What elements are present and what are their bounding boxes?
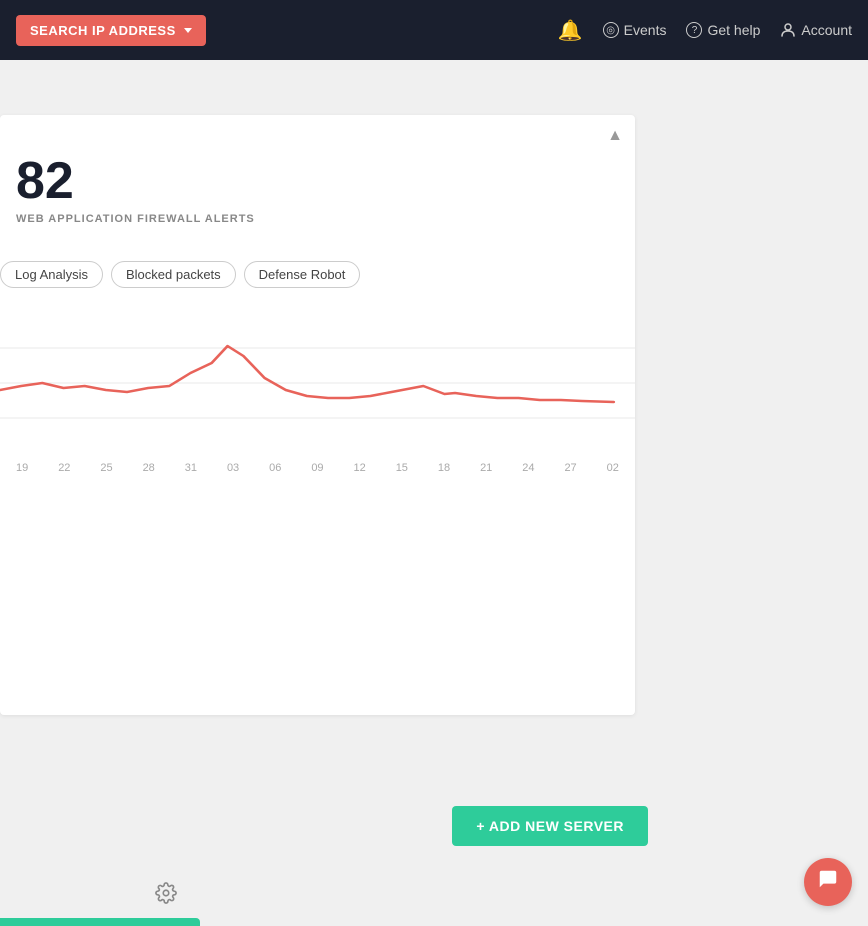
chart-labels: 19 22 25 28 31 03 06 09 12 15 18 21 24 2… [0, 458, 635, 474]
stat-label: WEB APPLICATION FIREWALL ALERTS [16, 213, 619, 225]
chat-button[interactable] [804, 858, 852, 906]
chart-label-02: 02 [607, 462, 619, 474]
tag-defense-robot[interactable]: Defense Robot [244, 261, 361, 288]
main-area: ▲ 82 WEB APPLICATION FIREWALL ALERTS Log… [0, 60, 868, 926]
events-icon: ◎ [603, 22, 619, 38]
header: SEARCH IP ADDRESS 🔔 ◎ Events ? Get help … [0, 0, 868, 60]
chart-label-27: 27 [564, 462, 576, 474]
account-label: Account [801, 22, 852, 38]
tag-log-analysis[interactable]: Log Analysis [0, 261, 103, 288]
chart-area: 19 22 25 28 31 03 06 09 12 15 18 21 24 2… [0, 318, 635, 478]
events-label: Events [624, 22, 667, 38]
chart-label-15: 15 [396, 462, 408, 474]
chart-label-28: 28 [143, 462, 155, 474]
chart-label-06: 06 [269, 462, 281, 474]
stat-number: 82 [16, 155, 619, 207]
search-ip-label: SEARCH IP ADDRESS [30, 23, 176, 38]
chat-icon [817, 868, 839, 896]
chart-label-12: 12 [354, 462, 366, 474]
chart-label-19: 19 [16, 462, 28, 474]
stat-section: 82 WEB APPLICATION FIREWALL ALERTS [0, 115, 635, 261]
add-server-label: + ADD NEW SERVER [476, 818, 624, 834]
header-right: 🔔 ◎ Events ? Get help Account [558, 18, 852, 43]
tags-row: Log Analysis Blocked packets Defense Rob… [0, 261, 635, 308]
gear-button[interactable] [148, 875, 184, 911]
chart-label-25: 25 [100, 462, 112, 474]
main-card: ▲ 82 WEB APPLICATION FIREWALL ALERTS Log… [0, 115, 635, 715]
chart-label-03: 03 [227, 462, 239, 474]
get-help-link[interactable]: ? Get help [686, 22, 760, 38]
account-link[interactable]: Account [780, 22, 852, 38]
chart-label-18: 18 [438, 462, 450, 474]
get-help-label: Get help [707, 22, 760, 38]
chart-label-09: 09 [311, 462, 323, 474]
gear-icon [155, 882, 177, 904]
chart-label-22: 22 [58, 462, 70, 474]
search-ip-button[interactable]: SEARCH IP ADDRESS [16, 15, 206, 46]
chevron-down-icon [184, 28, 192, 33]
bell-icon[interactable]: 🔔 [558, 18, 583, 43]
account-icon [780, 22, 796, 38]
chart-svg [0, 318, 635, 458]
add-server-button[interactable]: + ADD NEW SERVER [452, 806, 648, 846]
events-link[interactable]: ◎ Events [603, 22, 667, 38]
chart-label-31: 31 [185, 462, 197, 474]
bottom-progress-bar [0, 918, 200, 926]
help-icon: ? [686, 22, 702, 38]
chart-label-24: 24 [522, 462, 534, 474]
chart-label-21: 21 [480, 462, 492, 474]
header-left: SEARCH IP ADDRESS [16, 15, 206, 46]
tag-blocked-packets[interactable]: Blocked packets [111, 261, 236, 288]
collapse-button[interactable]: ▲ [607, 127, 623, 145]
collapse-icon: ▲ [607, 127, 623, 144]
